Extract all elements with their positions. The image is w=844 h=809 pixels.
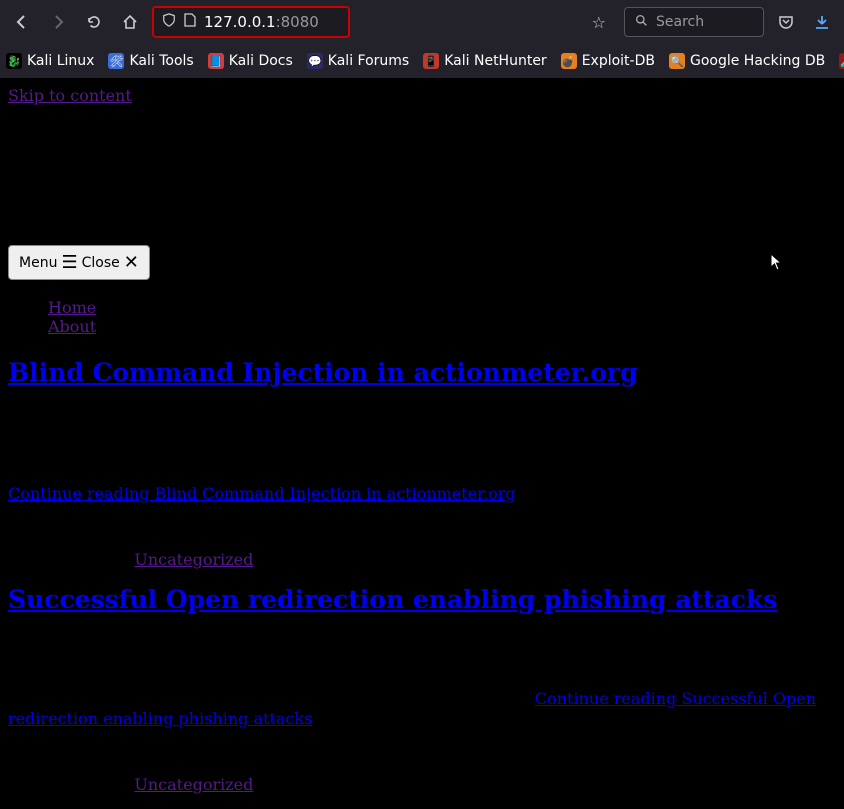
bookmark-label: Kali Docs [229,53,293,69]
url-text: 127.0.0.1:8080 [204,13,319,31]
bookmark-label: Kali NetHunter [444,53,546,69]
nethunter-icon: 📱 [423,53,439,69]
bookmarks-bar: 🐉 Kali Linux 🛠 Kali Tools 📘 Kali Docs 💬 … [0,44,844,78]
page-icon [184,13,196,31]
skip-link[interactable]: Skip to content [8,86,132,105]
bookmark-star-button[interactable]: ☆ [582,13,616,32]
post-title: Successful Open redirection enabling phi… [8,585,836,614]
post-excerpt: Posted on JUN 17,2021 Blind Command inje… [8,405,836,482]
post-category: Categorized as Uncategorized [8,775,836,794]
post-published: Published [8,517,836,536]
close-icon: ✕ [124,252,139,273]
shield-icon [162,13,176,31]
page-content: Skip to content Moderators Your Security… [0,78,844,809]
menu-label: Menu [19,255,57,271]
search-box[interactable]: Search [624,7,764,37]
search-icon [635,14,648,31]
forums-icon: 💬 [307,53,323,69]
post-published: Published [8,742,836,761]
menu-toggle-button[interactable]: Menu ☰ Close ✕ [8,245,150,280]
exploit-icon: 💣 [561,53,577,69]
bookmark-label: Google Hacking DB [690,53,825,69]
tools-icon: 🛠 [108,53,124,69]
post-title-link[interactable]: Successful Open redirection enabling phi… [8,585,777,614]
nav-item-home: Home [48,298,836,317]
forward-button[interactable] [44,8,72,36]
home-button[interactable] [116,8,144,36]
nav-link-home[interactable]: Home [48,298,96,317]
bookmark-label: Kali Tools [129,53,193,69]
post-title-link[interactable]: Blind Command Injection in actionmeter.o… [8,358,638,387]
docs-icon: 📘 [208,53,224,69]
browser-toolbar: 127.0.0.1:8080 ☆ Search [0,0,844,44]
bookmark-label: Kali Linux [27,53,94,69]
dragon-icon: 🐉 [6,53,22,69]
nav-item-about: About [48,317,836,336]
bookmark-label: Exploit-DB [582,53,655,69]
search-placeholder: Search [656,14,704,30]
nav-link-about[interactable]: About [48,317,96,336]
pocket-icon[interactable] [772,14,800,30]
bookmark-kali-nethunter[interactable]: 📱 Kali NetHunter [423,53,546,69]
bookmark-exploit-db[interactable]: 💣 Exploit-DB [561,53,655,69]
category-link[interactable]: Uncategorized [134,550,253,569]
continue-reading-link[interactable]: Continue reading Blind Command Injection… [8,484,516,503]
post-excerpt: Posted on AUG 16,2021 Open redirection v… [8,632,836,728]
primary-nav: Home About [8,298,836,336]
hamburger-icon: ☰ [61,252,77,273]
reload-button[interactable] [80,8,108,36]
site-tagline: Your Security Partner [8,204,836,223]
category-link[interactable]: Uncategorized [134,775,253,794]
bookmark-kali-tools[interactable]: 🛠 Kali Tools [108,53,193,69]
back-button[interactable] [8,8,36,36]
site-title: Moderators [8,141,836,180]
post-category: Categorized as Uncategorized [8,550,836,569]
bookmark-kali-linux[interactable]: 🐉 Kali Linux [6,53,94,69]
bookmark-offsec[interactable]: 🧪 OffSe [839,53,844,69]
downloads-icon[interactable] [808,14,836,30]
bookmark-kali-docs[interactable]: 📘 Kali Docs [208,53,293,69]
url-bar[interactable]: 127.0.0.1:8080 [152,6,350,38]
ghdb-icon: 🔍 [669,53,685,69]
bookmark-ghdb[interactable]: 🔍 Google Hacking DB [669,53,825,69]
offsec-icon: 🧪 [839,53,844,69]
post-title: Blind Command Injection in actionmeter.o… [8,358,836,387]
close-label: Close [82,255,120,271]
bookmark-kali-forums[interactable]: 💬 Kali Forums [307,53,409,69]
bookmark-label: Kali Forums [328,53,409,69]
